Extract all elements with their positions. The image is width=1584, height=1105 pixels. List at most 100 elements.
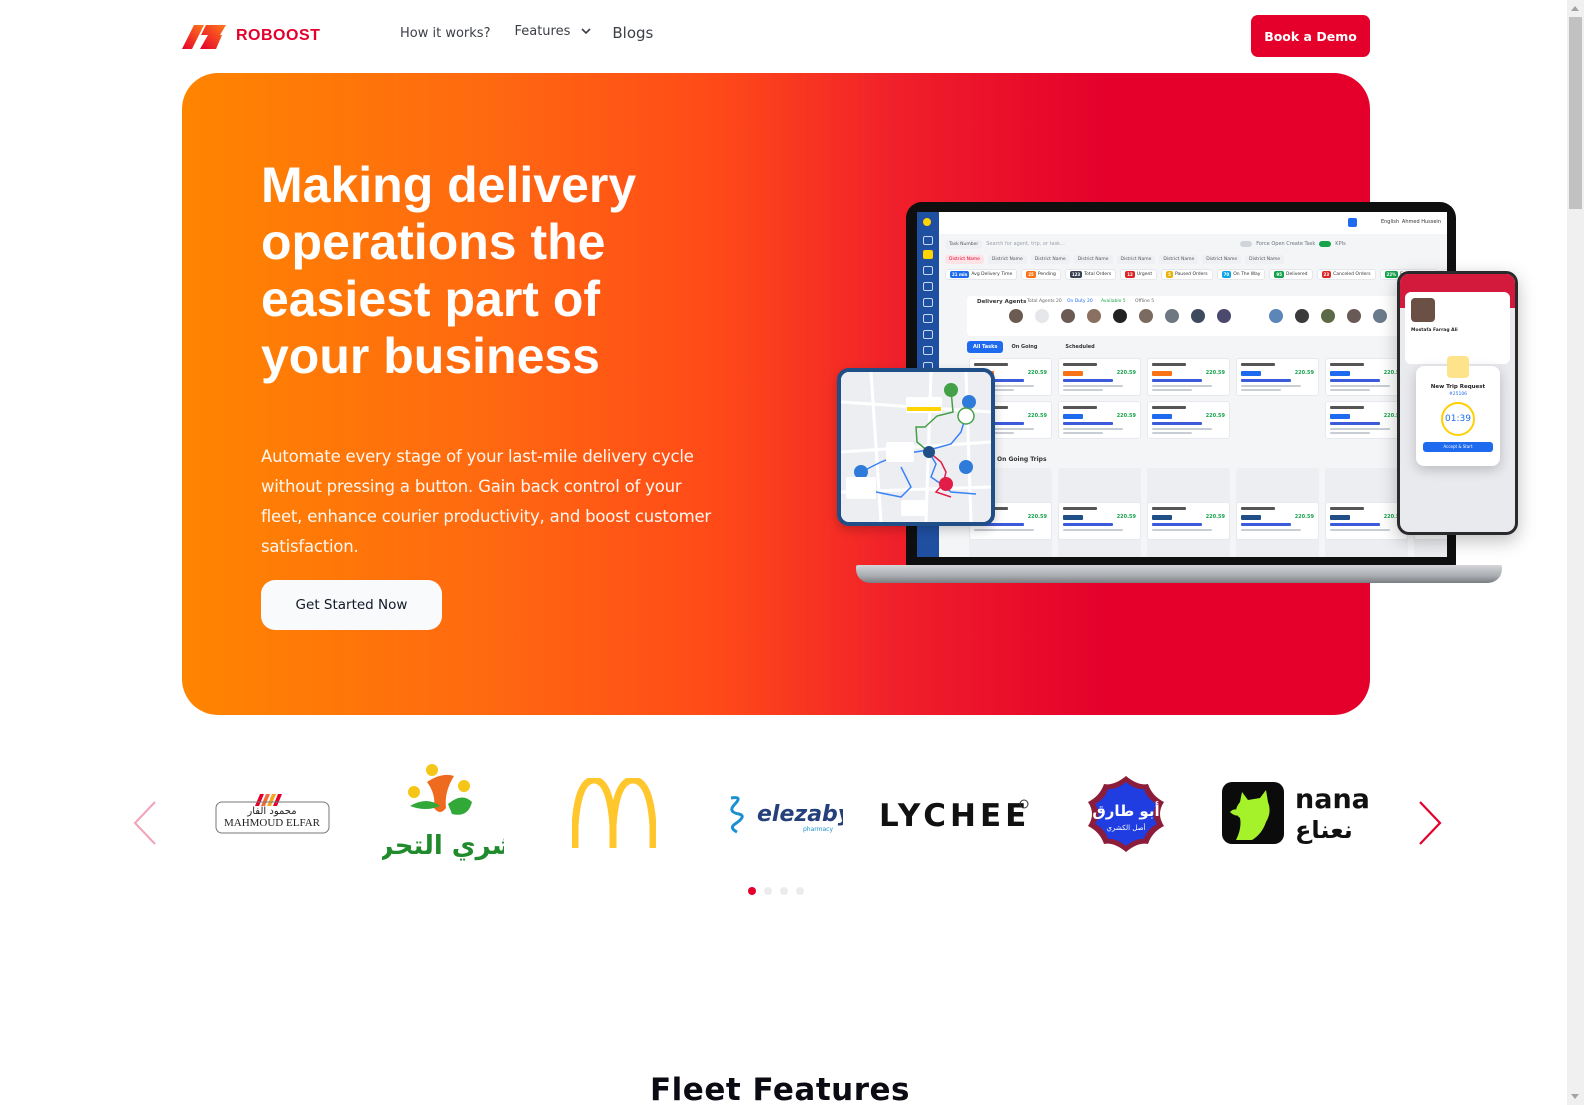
task-id bbox=[1152, 507, 1186, 510]
task-id bbox=[1063, 363, 1097, 366]
chevron-left-icon bbox=[133, 801, 156, 845]
money-icon bbox=[923, 346, 933, 355]
task-id bbox=[1330, 406, 1364, 409]
kpi-value: 95 bbox=[1274, 270, 1284, 278]
dashboard-topbar: English Ahmed Hussein bbox=[939, 212, 1447, 234]
task-address bbox=[1330, 529, 1390, 531]
map-pin-icon bbox=[959, 460, 973, 474]
agents-title: Delivery Agents bbox=[977, 299, 1027, 305]
task-address bbox=[1152, 385, 1212, 387]
laptop-base bbox=[856, 565, 1502, 583]
map-pin-icon bbox=[962, 395, 976, 409]
trip-column: 220.59 bbox=[1325, 468, 1408, 557]
page-scrollbar[interactable] bbox=[1567, 0, 1584, 1105]
carousel-dot[interactable] bbox=[796, 887, 804, 895]
carousel-dot[interactable] bbox=[780, 887, 788, 895]
dispatch-icon bbox=[923, 250, 933, 259]
district-filter-row: District Name District Name District Nam… bbox=[945, 254, 1284, 264]
book-demo-button[interactable]: Book a Demo bbox=[1251, 15, 1370, 57]
carousel-dot[interactable] bbox=[764, 887, 772, 895]
delivery-agents-panel: Delivery Agents Total Agents 20 On Duty … bbox=[967, 296, 1447, 336]
nav-features-dropdown[interactable]: Features bbox=[514, 24, 592, 39]
task-status-tag bbox=[1152, 414, 1172, 419]
task-id bbox=[1063, 507, 1097, 510]
kpi-label: Avg Delivery Time bbox=[971, 271, 1013, 277]
task-value: 220.59 bbox=[1205, 514, 1225, 520]
task-id bbox=[1152, 363, 1186, 366]
task-value: 220.59 bbox=[1294, 514, 1314, 520]
logo-arabic-subtext: أصل الكشري bbox=[1107, 823, 1146, 832]
task-value: 220.59 bbox=[1116, 413, 1136, 419]
task-value: 220.59 bbox=[1027, 514, 1047, 520]
task-address bbox=[1152, 389, 1192, 391]
phone-mockup: Mostafa Farrag Ali New Trip Request #251… bbox=[1397, 271, 1518, 535]
kpis-label: KPIs bbox=[1335, 241, 1346, 247]
task-status-tag bbox=[1330, 371, 1350, 376]
map-pin-icon bbox=[923, 446, 935, 458]
roboost-logo-icon bbox=[182, 25, 226, 49]
task-customer bbox=[1330, 523, 1380, 526]
carousel-dot[interactable] bbox=[748, 887, 756, 895]
kpi-chip: 95 Delivered bbox=[1269, 268, 1313, 280]
agents-on-duty: On Duty 20 bbox=[1067, 299, 1093, 304]
district-chip: District Name bbox=[1073, 254, 1113, 264]
roboost-logo[interactable]: ROBOOST bbox=[182, 23, 320, 49]
fleet-features-title: Fleet Features bbox=[650, 1072, 910, 1105]
tab-all-tasks: All Tasks bbox=[967, 341, 1004, 353]
search-scope: Task Number bbox=[945, 239, 983, 249]
nav-blogs[interactable]: Blogs bbox=[612, 24, 653, 42]
dashboard-screen: English Ahmed Hussein Task Number Search… bbox=[917, 212, 1447, 557]
scroll-thumb[interactable] bbox=[1569, 17, 1582, 209]
task-status-tag bbox=[1330, 414, 1350, 419]
kpi-chip: 23 Canceled Orders bbox=[1316, 268, 1376, 280]
kpi-label: Canceled Orders bbox=[1333, 271, 1371, 277]
agent-avatar bbox=[1269, 309, 1283, 323]
carousel-prev-button[interactable] bbox=[131, 800, 159, 846]
agent-avatar bbox=[1295, 309, 1309, 323]
logo-text: elezaby bbox=[757, 802, 843, 827]
task-card: 220.59 bbox=[1058, 401, 1141, 439]
task-id bbox=[974, 363, 1008, 366]
task-status-tag bbox=[1063, 414, 1083, 419]
logo-arabic-text: كشري التحرير bbox=[382, 831, 504, 861]
user-icon bbox=[923, 314, 933, 323]
task-customer bbox=[1152, 523, 1202, 526]
kpi-chip: 12 Urgent bbox=[1120, 268, 1158, 280]
ongoing-trips-title: On Going Trips bbox=[997, 456, 1047, 463]
task-status-tag bbox=[1330, 515, 1350, 520]
task-address bbox=[1152, 529, 1212, 531]
kpi-label: On The Way bbox=[1233, 271, 1261, 277]
countdown-timer: 01:39 bbox=[1441, 402, 1475, 436]
kpi-chip: 21 min Avg Delivery Time bbox=[945, 268, 1018, 280]
nana-logo: nana نعناع bbox=[1222, 782, 1370, 844]
nav-features-label: Features bbox=[514, 23, 571, 39]
agent-avatar bbox=[1061, 309, 1075, 323]
scooter-icon bbox=[1447, 356, 1469, 378]
task-status-tag bbox=[1241, 515, 1261, 520]
task-address bbox=[1241, 389, 1281, 391]
agent-avatar bbox=[1113, 309, 1127, 323]
get-started-button[interactable]: Get Started Now bbox=[261, 580, 442, 630]
client-logo-nana: nana نعناع bbox=[1222, 782, 1372, 844]
scroll-down-arrow-icon[interactable] bbox=[1571, 1094, 1579, 1099]
kpi-value: 12 bbox=[1125, 270, 1135, 278]
task-card: 220.59 bbox=[1325, 358, 1408, 396]
task-customer bbox=[1330, 379, 1380, 382]
lychee-logo: LYCHEE bbox=[879, 798, 1029, 834]
language-select: English bbox=[1380, 219, 1399, 225]
agent-avatar bbox=[1009, 309, 1023, 323]
task-id bbox=[1241, 363, 1275, 366]
scroll-up-arrow-icon[interactable] bbox=[1571, 6, 1579, 11]
task-value: 220.59 bbox=[1205, 413, 1225, 419]
carousel-next-button[interactable] bbox=[1416, 800, 1444, 846]
map-pin-icon bbox=[944, 383, 958, 397]
force-open-label: Force Open Create Task bbox=[1256, 241, 1316, 247]
task-card: 220.59 bbox=[1236, 358, 1319, 396]
logo-text: MAHMOUD ELFAR bbox=[224, 817, 321, 829]
task-status-tag bbox=[1241, 371, 1261, 376]
brand-name: ROBOOST bbox=[236, 27, 321, 44]
nav-how-it-works[interactable]: How it works? bbox=[400, 26, 490, 41]
agent-photo bbox=[1411, 298, 1435, 322]
kpi-label: Pending bbox=[1037, 271, 1056, 277]
agents-total: Total Agents 20 bbox=[1027, 299, 1062, 304]
